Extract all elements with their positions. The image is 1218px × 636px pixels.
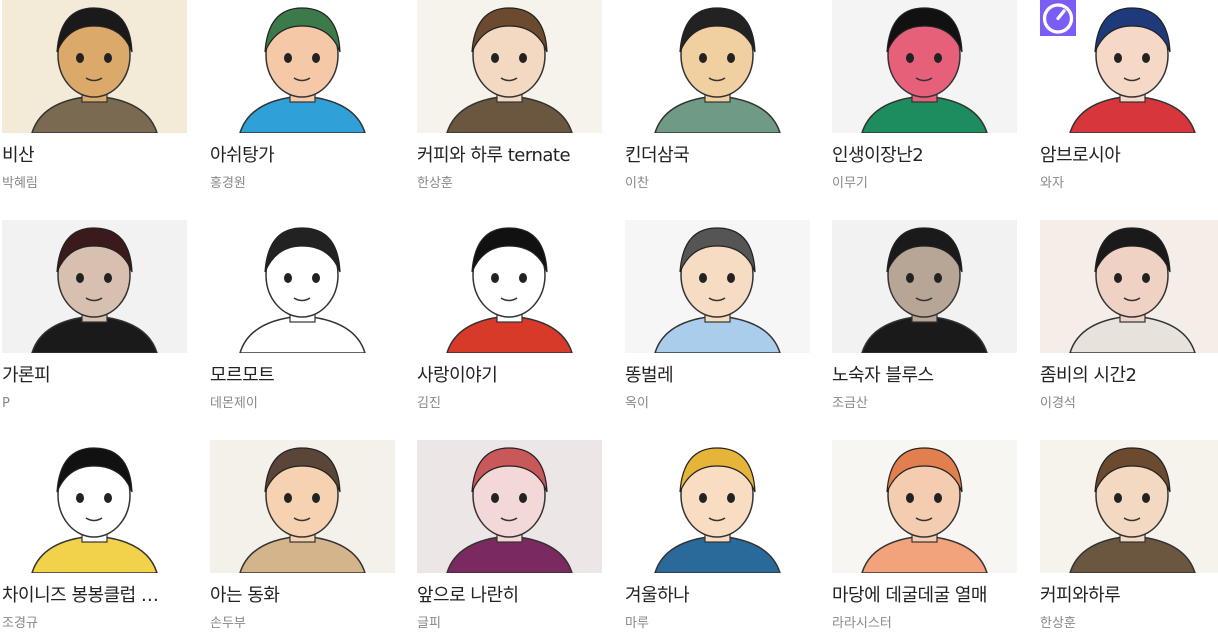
- webtoon-title[interactable]: 앞으로 나란히: [417, 585, 602, 607]
- webtoon-author[interactable]: 조금산: [832, 395, 1017, 413]
- character-illustration: [654, 7, 781, 133]
- character-illustration: [1069, 227, 1196, 353]
- webtoon-thumbnail[interactable]: [210, 440, 395, 573]
- webtoon-title[interactable]: 사랑이야기: [417, 365, 602, 387]
- webtoon-title[interactable]: 커피와하루: [1040, 585, 1218, 607]
- webtoon-title[interactable]: 노숙자 블루스: [832, 365, 1017, 387]
- webtoon-author[interactable]: 글피: [417, 615, 602, 633]
- webtoon-card[interactable]: 인생이장난2 이무기: [832, 0, 1017, 200]
- webtoon-card[interactable]: 사랑이야기 김진: [417, 220, 602, 420]
- webtoon-thumbnail[interactable]: [1040, 440, 1218, 573]
- webtoon-thumbnail[interactable]: [832, 0, 1017, 133]
- webtoon-author[interactable]: 조경규: [2, 615, 187, 633]
- webtoon-author[interactable]: 라라시스터: [832, 615, 1017, 633]
- webtoon-author[interactable]: 박혜림: [2, 175, 187, 193]
- webtoon-card[interactable]: 차이니즈 봉봉클럽 … 조경규: [2, 440, 187, 636]
- webtoon-author[interactable]: 옥이: [625, 395, 810, 413]
- character-illustration: [654, 447, 781, 573]
- webtoon-card[interactable]: 똥벌레 옥이: [625, 220, 810, 420]
- webtoon-thumbnail[interactable]: [832, 440, 1017, 573]
- webtoon-grid: 비산 박혜림 아쉬탕가 홍경원 커피와 하루 ternate 한상훈 킨더삼국 …: [0, 0, 1218, 636]
- webtoon-author[interactable]: 마루: [625, 615, 810, 633]
- webtoon-thumbnail[interactable]: [2, 220, 187, 353]
- webtoon-card[interactable]: 커피와 하루 ternate 한상훈: [417, 0, 602, 200]
- webtoon-card[interactable]: 앞으로 나란히 글피: [417, 440, 602, 636]
- webtoon-title[interactable]: 아는 동화: [210, 585, 395, 607]
- webtoon-thumbnail[interactable]: [2, 0, 187, 133]
- webtoon-author[interactable]: 와자: [1040, 175, 1218, 193]
- timer-badge-icon: [1040, 0, 1076, 36]
- character-illustration: [239, 227, 366, 353]
- webtoon-thumbnail[interactable]: [1040, 220, 1218, 353]
- webtoon-author[interactable]: 이찬: [625, 175, 810, 193]
- webtoon-title[interactable]: 비산: [2, 145, 187, 167]
- webtoon-thumbnail[interactable]: [625, 220, 810, 353]
- webtoon-thumbnail[interactable]: [417, 0, 602, 133]
- webtoon-card[interactable]: 마당에 데굴데굴 열매 라라시스터: [832, 440, 1017, 636]
- character-illustration: [654, 227, 781, 353]
- webtoon-card[interactable]: 비산 박혜림: [2, 0, 187, 200]
- webtoon-thumbnail[interactable]: [2, 440, 187, 573]
- webtoon-title[interactable]: 겨울하나: [625, 585, 810, 607]
- webtoon-author[interactable]: 홍경원: [210, 175, 395, 193]
- webtoon-card[interactable]: 아쉬탕가 홍경원: [210, 0, 395, 200]
- webtoon-card[interactable]: 모르모트 데몬제이: [210, 220, 395, 420]
- webtoon-title[interactable]: 킨더삼국: [625, 145, 810, 167]
- character-illustration: [861, 7, 988, 133]
- webtoon-author[interactable]: 이경석: [1040, 395, 1218, 413]
- webtoon-author[interactable]: 데몬제이: [210, 395, 395, 413]
- character-illustration: [31, 7, 158, 133]
- webtoon-thumbnail[interactable]: [417, 440, 602, 573]
- webtoon-author[interactable]: P: [2, 395, 187, 413]
- character-illustration: [1069, 447, 1196, 573]
- character-illustration: [446, 447, 573, 573]
- webtoon-card[interactable]: 가론피 P: [2, 220, 187, 420]
- webtoon-author[interactable]: 김진: [417, 395, 602, 413]
- character-illustration: [446, 227, 573, 353]
- webtoon-title[interactable]: 인생이장난2: [832, 145, 1017, 167]
- webtoon-title[interactable]: 암브로시아: [1040, 145, 1218, 167]
- webtoon-author[interactable]: 이무기: [832, 175, 1017, 193]
- webtoon-card[interactable]: 노숙자 블루스 조금산: [832, 220, 1017, 420]
- webtoon-card[interactable]: 킨더삼국 이찬: [625, 0, 810, 200]
- character-illustration: [239, 447, 366, 573]
- character-illustration: [239, 7, 366, 133]
- character-illustration: [31, 227, 158, 353]
- webtoon-title[interactable]: 커피와 하루 ternate: [417, 145, 602, 167]
- webtoon-card[interactable]: 겨울하나 마루: [625, 440, 810, 636]
- webtoon-title[interactable]: 가론피: [2, 365, 187, 387]
- webtoon-author[interactable]: 손두부: [210, 615, 395, 633]
- webtoon-thumbnail[interactable]: [417, 220, 602, 353]
- webtoon-thumbnail[interactable]: [832, 220, 1017, 353]
- webtoon-title[interactable]: 차이니즈 봉봉클럽 …: [2, 585, 187, 607]
- webtoon-thumbnail[interactable]: [210, 0, 395, 133]
- webtoon-card[interactable]: 좀비의 시간2 이경석: [1040, 220, 1218, 420]
- webtoon-thumbnail[interactable]: [210, 220, 395, 353]
- character-illustration: [861, 447, 988, 573]
- webtoon-card[interactable]: 커피와하루 한상훈: [1040, 440, 1218, 636]
- webtoon-thumbnail[interactable]: [1040, 0, 1218, 133]
- character-illustration: [31, 447, 158, 573]
- webtoon-title[interactable]: 좀비의 시간2: [1040, 365, 1218, 387]
- character-illustration: [861, 227, 988, 353]
- webtoon-card[interactable]: 암브로시아 와자: [1040, 0, 1218, 200]
- webtoon-thumbnail[interactable]: [625, 0, 810, 133]
- webtoon-author[interactable]: 한상훈: [417, 175, 602, 193]
- webtoon-title[interactable]: 똥벌레: [625, 365, 810, 387]
- webtoon-title[interactable]: 마당에 데굴데굴 열매: [832, 585, 1017, 607]
- webtoon-card[interactable]: 아는 동화 손두부: [210, 440, 395, 636]
- webtoon-author[interactable]: 한상훈: [1040, 615, 1218, 633]
- webtoon-title[interactable]: 모르모트: [210, 365, 395, 387]
- webtoon-thumbnail[interactable]: [625, 440, 810, 573]
- webtoon-title[interactable]: 아쉬탕가: [210, 145, 395, 167]
- character-illustration: [446, 7, 573, 133]
